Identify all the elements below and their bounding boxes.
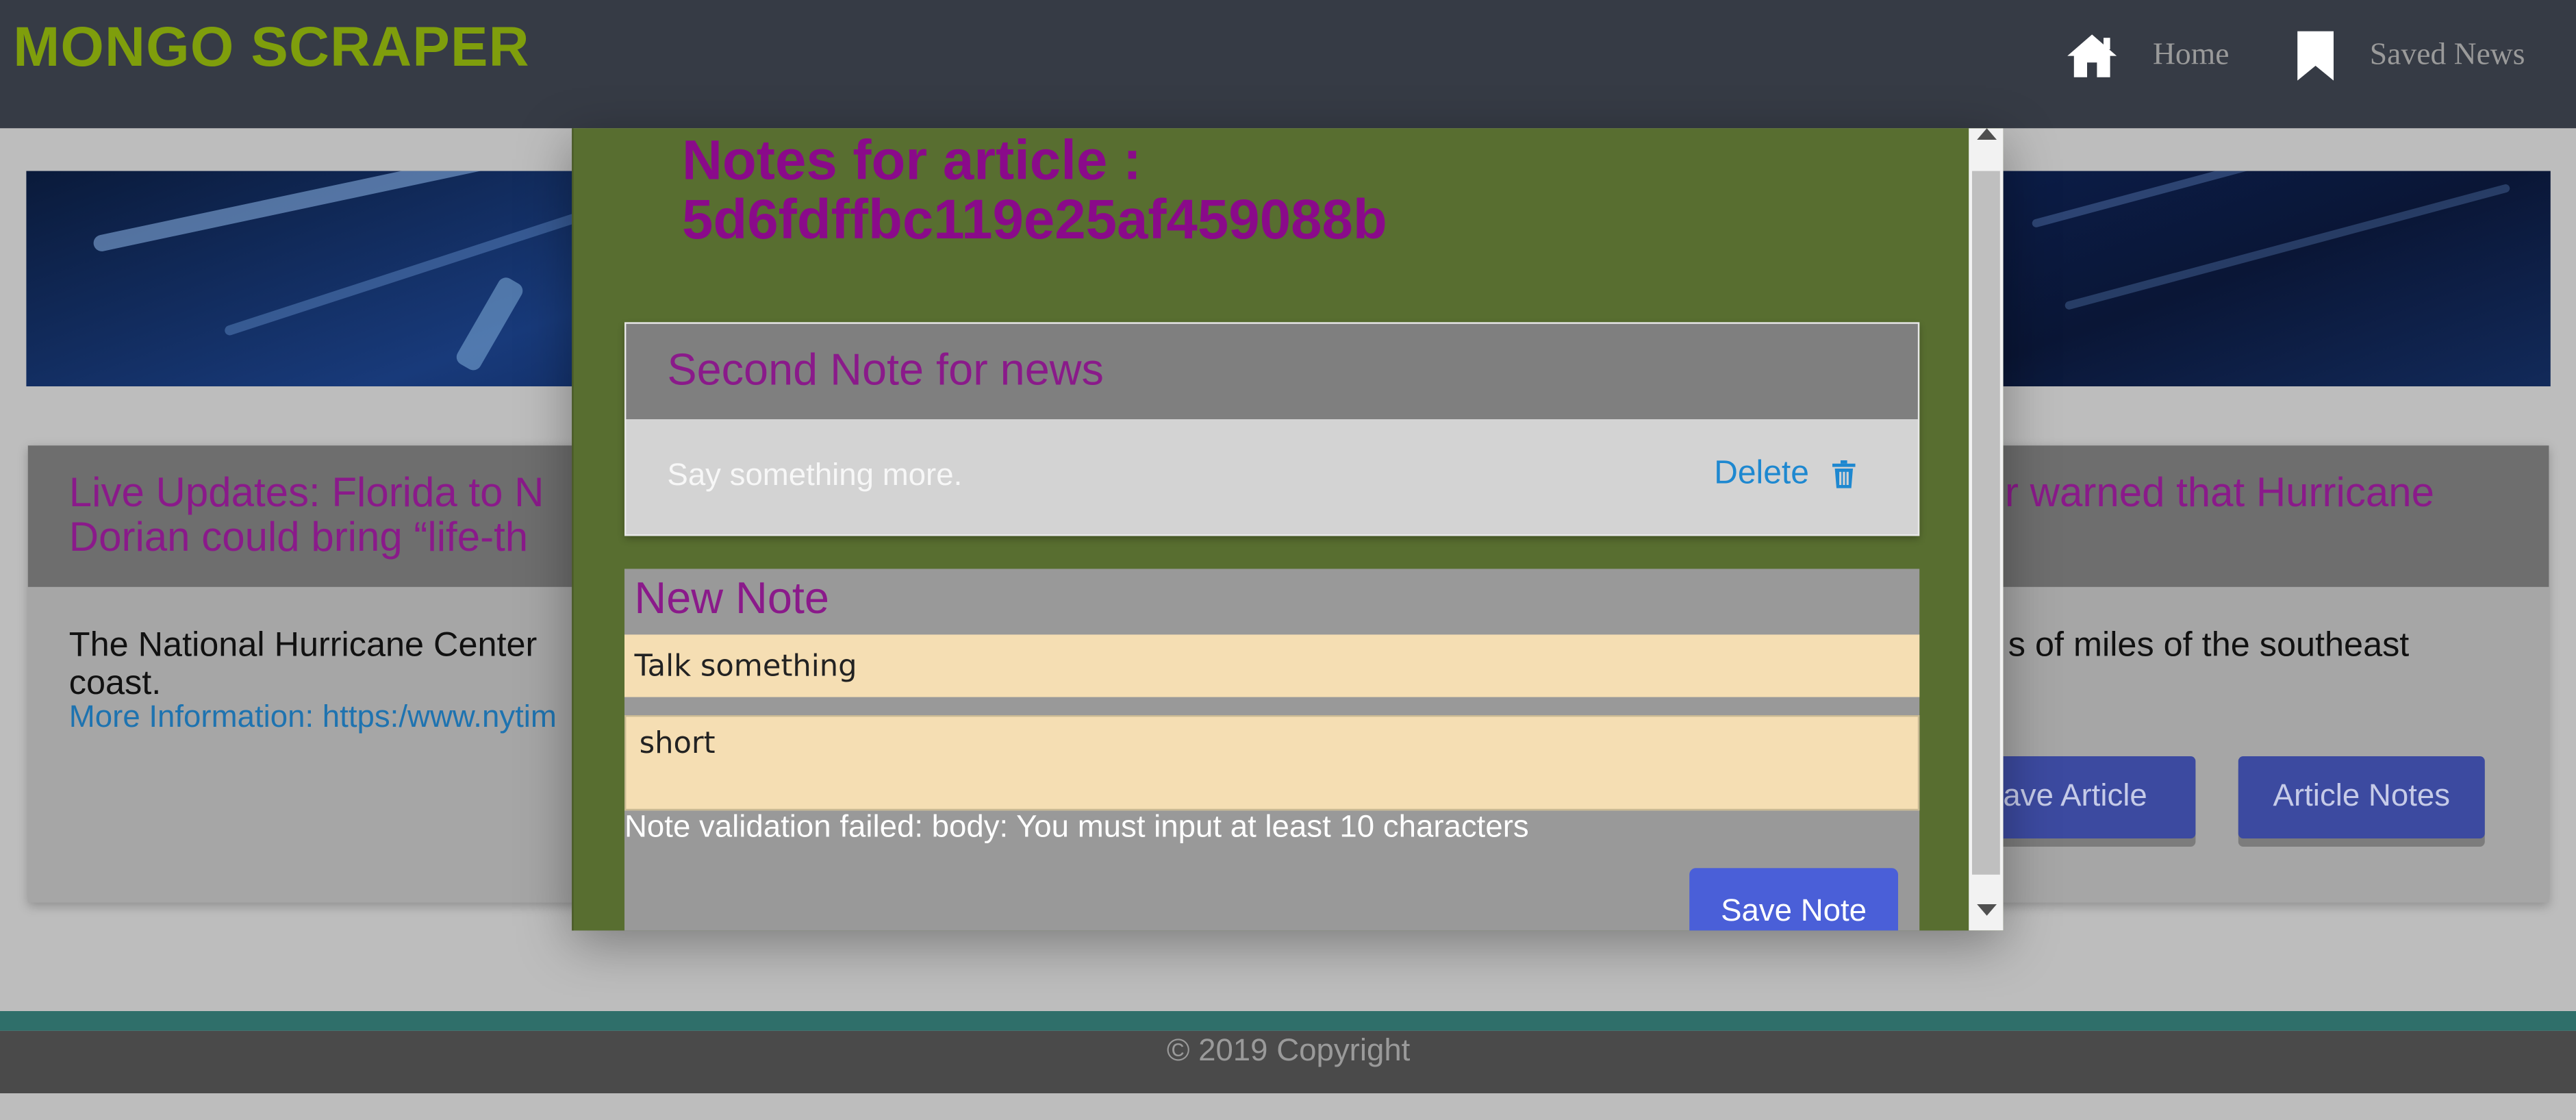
validation-error-message: Note validation failed: body: You must i… [624, 810, 1529, 845]
note-card: Second Note for news Say something more.… [624, 322, 1920, 536]
modal-title-line1: Notes for article : [682, 129, 1142, 192]
save-note-button[interactable]: Save Note [1689, 868, 1898, 931]
modal-title: Notes for article : 5d6fdffbc119e25af459… [682, 132, 1387, 250]
modal-title-article-id: 5d6fdffbc119e25af459088b [682, 189, 1387, 252]
note-body: Say something more. [667, 458, 963, 493]
scroll-up-arrow-icon[interactable] [1977, 128, 1997, 140]
note-card-header: Second Note for news [626, 323, 1918, 419]
new-note-heading: New Note [634, 573, 829, 623]
note-body-textarea[interactable]: short [624, 715, 1920, 811]
scroll-down-arrow-icon[interactable] [1977, 904, 1997, 916]
notes-modal: Notes for article : 5d6fdffbc119e25af459… [572, 128, 2004, 931]
scrollbar-thumb[interactable] [1972, 171, 2000, 875]
page: MONGO SCRAPER Home Saved News Live Updat… [0, 0, 2576, 1120]
delete-note-button[interactable]: Delete [1714, 455, 1856, 493]
note-title-input[interactable] [624, 634, 1920, 697]
trash-icon [1832, 460, 1856, 488]
modal-scrollbar[interactable] [1969, 128, 2004, 931]
note-title: Second Note for news [667, 345, 1104, 395]
new-note-form: New Note short Note validation failed: b… [624, 569, 1920, 931]
delete-note-label: Delete [1714, 455, 1809, 492]
